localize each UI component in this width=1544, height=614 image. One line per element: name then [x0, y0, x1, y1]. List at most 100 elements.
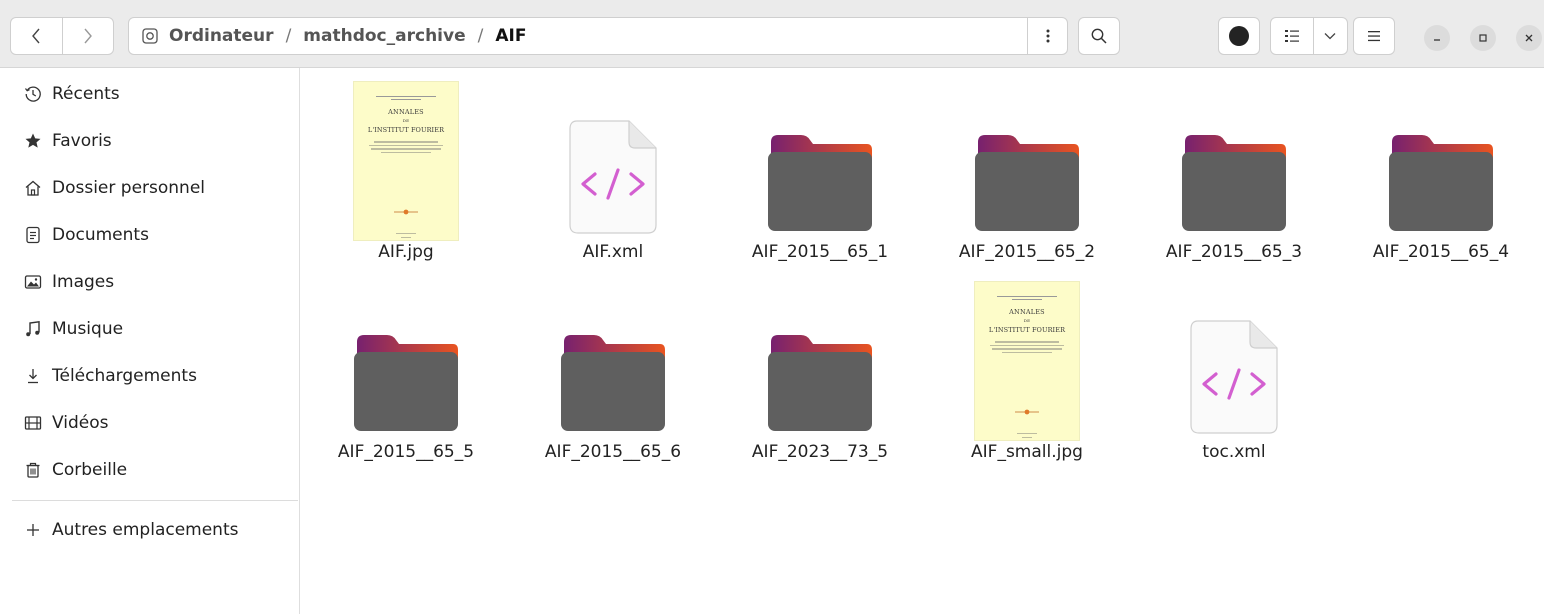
sidebar-item-recents[interactable]: Récents: [0, 72, 299, 116]
list-view-button[interactable]: [1271, 18, 1314, 54]
navigation-buttons: [10, 17, 114, 55]
forward-button[interactable]: [61, 18, 113, 54]
close-icon: [1525, 34, 1533, 42]
folder-item[interactable]: AIF_2015__65_5: [301, 268, 511, 468]
folder-name: AIF_2015__65_4: [1372, 242, 1510, 262]
folder-icon: [1129, 68, 1339, 240]
breadcrumb-separator: /: [477, 26, 484, 46]
record-button[interactable]: [1218, 17, 1260, 55]
maximize-button[interactable]: [1470, 25, 1496, 51]
path-bar: Ordinateur / mathdoc_archive / AIF: [128, 17, 1068, 55]
cover-title: ANNALES: [388, 108, 424, 116]
image-thumbnail: ANNALES DE L'INSTITUT FOURIER: [301, 68, 511, 240]
main-menu-button[interactable]: [1353, 17, 1395, 55]
folder-icon: [1336, 68, 1544, 240]
cover-title: ANNALES: [1009, 308, 1045, 316]
file-grid: ANNALES DE L'INSTITUT FOURIER AIF.jpg AI…: [301, 68, 1544, 614]
path-menu-button[interactable]: [1027, 18, 1067, 54]
folder-icon: [508, 268, 718, 440]
cover-emblem: [1015, 401, 1039, 420]
header-bar: Ordinateur / mathdoc_archive / AIF: [0, 0, 1544, 68]
file-name: AIF.xml: [582, 242, 644, 262]
view-dropdown-button[interactable]: [1314, 18, 1347, 54]
folder-item[interactable]: AIF_2015__65_6: [508, 268, 718, 468]
minimize-icon: [1434, 39, 1440, 41]
cover-subtitle: L'INSTITUT FOURIER: [988, 326, 1066, 334]
sidebar-item-telechargements[interactable]: Téléchargements: [0, 354, 299, 398]
cover-connector: DE: [402, 118, 410, 123]
sidebar-item-label: Vidéos: [52, 413, 109, 433]
vertical-dots-icon: [1046, 29, 1049, 43]
sidebar-item-musique[interactable]: Musique: [0, 307, 299, 351]
file-item[interactable]: ANNALES DE L'INSTITUT FOURIER AIF_small.…: [922, 268, 1132, 468]
view-buttons: [1270, 17, 1348, 55]
sidebar: Récents Favoris Dossier personnel Docume…: [0, 68, 300, 614]
sidebar-item-favoris[interactable]: Favoris: [0, 119, 299, 163]
sidebar-item-label: Corbeille: [52, 460, 128, 480]
chevron-right-icon: [84, 28, 92, 44]
sidebar-item-documents[interactable]: Documents: [0, 213, 299, 257]
search-icon: [1091, 28, 1107, 44]
breadcrumb-aif[interactable]: AIF: [495, 26, 526, 46]
list-view-icon: [1284, 30, 1299, 42]
folder-name: AIF_2015__65_5: [337, 442, 475, 462]
file-item[interactable]: ANNALES DE L'INSTITUT FOURIER AIF.jpg: [301, 68, 511, 268]
breadcrumb-mathdoc-archive[interactable]: mathdoc_archive: [303, 26, 465, 46]
film-icon: [22, 412, 44, 434]
file-name: AIF_small.jpg: [971, 442, 1083, 462]
home-icon: [22, 177, 44, 199]
cover-connector: DE: [1023, 318, 1031, 323]
sidebar-item-label: Musique: [52, 319, 124, 339]
file-name: toc.xml: [1202, 442, 1266, 462]
clock-icon: [22, 83, 44, 105]
file-item[interactable]: toc.xml: [1129, 268, 1339, 468]
folder-icon: [715, 68, 925, 240]
close-button[interactable]: [1516, 25, 1542, 51]
breadcrumb-separator: /: [285, 26, 292, 46]
image-thumbnail: ANNALES DE L'INSTITUT FOURIER: [922, 268, 1132, 440]
sidebar-item-label: Téléchargements: [52, 366, 197, 386]
trash-icon: [22, 459, 44, 481]
sidebar-item-label: Documents: [52, 225, 149, 245]
folder-item[interactable]: AIF_2015__65_2: [922, 68, 1132, 268]
maximize-icon: [1479, 34, 1487, 42]
search-button[interactable]: [1078, 17, 1120, 55]
minimize-button[interactable]: [1424, 25, 1450, 51]
sidebar-item-label: Récents: [52, 84, 120, 104]
music-note-icon: [22, 318, 44, 340]
image-icon: [22, 271, 44, 293]
chevron-left-icon: [32, 28, 41, 44]
sidebar-item-corbeille[interactable]: Corbeille: [0, 448, 299, 492]
sidebar-item-autres-emplacements[interactable]: Autres emplacements: [0, 508, 299, 552]
folder-icon: [301, 268, 511, 440]
plus-icon: [22, 519, 44, 541]
hamburger-icon: [1368, 31, 1380, 42]
breadcrumb-ordinateur[interactable]: Ordinateur: [169, 26, 274, 46]
folder-name: AIF_2015__65_1: [751, 242, 889, 262]
filled-circle-icon: [1229, 26, 1249, 46]
folder-name: AIF_2015__65_6: [544, 442, 682, 462]
file-item[interactable]: AIF.xml: [508, 68, 718, 268]
sidebar-item-label: Dossier personnel: [52, 178, 206, 198]
cover-subtitle: L'INSTITUT FOURIER: [367, 126, 445, 134]
folder-name: AIF_2015__65_3: [1165, 242, 1303, 262]
xml-file-icon: [1129, 268, 1339, 440]
folder-name: AIF_2023__73_5: [751, 442, 889, 462]
cover-emblem: [394, 201, 418, 220]
folder-item[interactable]: AIF_2015__65_1: [715, 68, 925, 268]
download-icon: [22, 365, 44, 387]
sidebar-item-videos[interactable]: Vidéos: [0, 401, 299, 445]
xml-file-icon: [508, 68, 718, 240]
file-name: AIF.jpg: [378, 242, 434, 262]
folder-item[interactable]: AIF_2015__65_3: [1129, 68, 1339, 268]
sidebar-item-dossier-personnel[interactable]: Dossier personnel: [0, 166, 299, 210]
folder-item[interactable]: AIF_2023__73_5: [715, 268, 925, 468]
sidebar-divider: [12, 500, 298, 501]
folder-name: AIF_2015__65_2: [958, 242, 1096, 262]
folder-item[interactable]: AIF_2015__65_4: [1336, 68, 1544, 268]
star-icon: [22, 130, 44, 152]
folder-icon: [715, 268, 925, 440]
sidebar-item-images[interactable]: Images: [0, 260, 299, 304]
back-button[interactable]: [11, 18, 62, 54]
sidebar-item-label: Images: [52, 272, 115, 292]
